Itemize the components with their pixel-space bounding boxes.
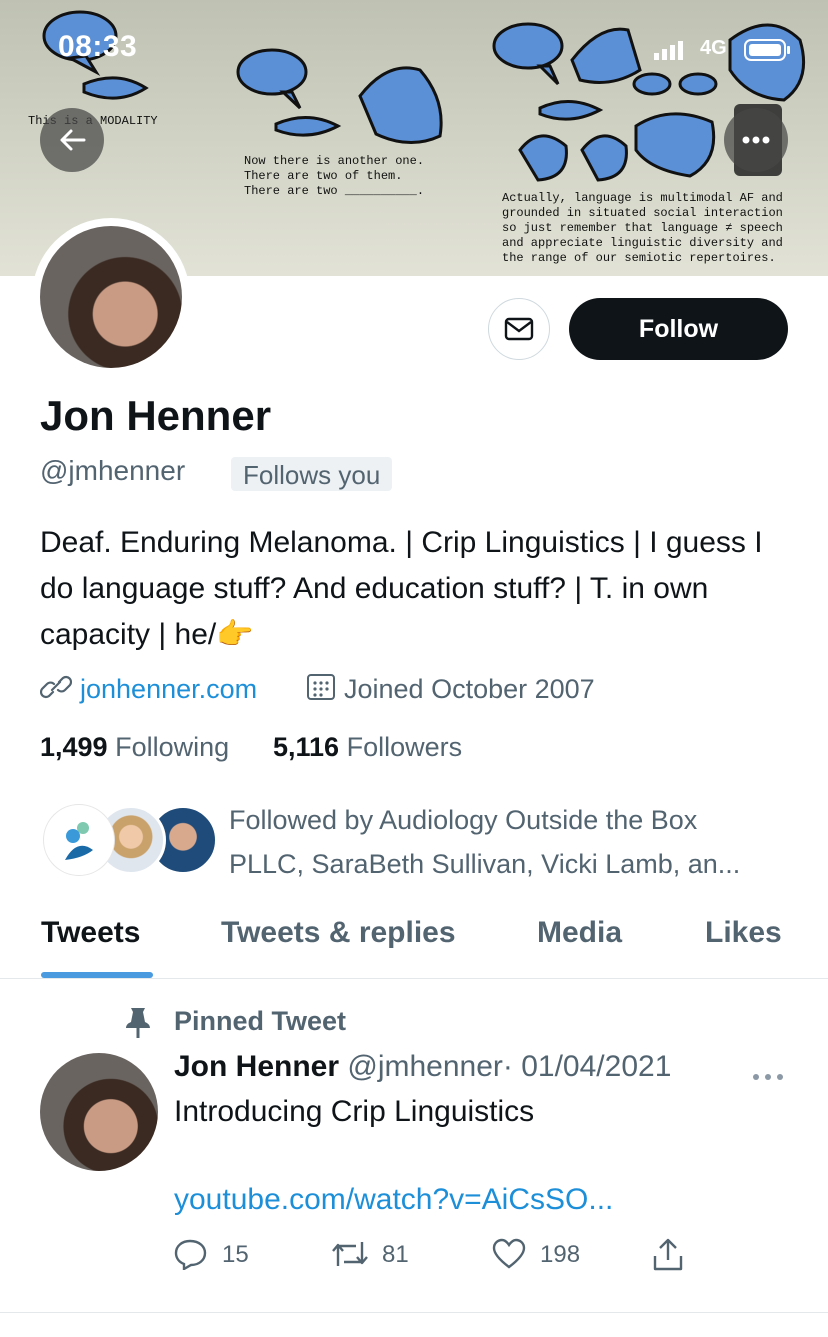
profile-name: Jon Henner [40, 392, 272, 439]
profile-website[interactable]: jonhenner.com [39, 672, 257, 709]
reply-icon [174, 1238, 208, 1277]
banner-caption-2: Now there is another one. There are two … [244, 154, 425, 198]
profile-joined: Joined October 2007 [306, 672, 595, 709]
status-time: 08:33 [58, 30, 138, 63]
followed-by-text[interactable]: Followed by Audiology Outside the Box PL… [229, 798, 740, 886]
pinned-label: Pinned Tweet [174, 1006, 347, 1036]
tab-likes[interactable]: Likes [705, 916, 782, 950]
avatar-photo [40, 226, 182, 368]
tweet-date[interactable]: · 01/04/2021 [503, 1050, 671, 1083]
profile-avatar[interactable] [32, 218, 190, 376]
tweet-avatar[interactable] [40, 1053, 158, 1171]
like-icon [492, 1238, 526, 1277]
followers-count[interactable]: 5,116 Followers [273, 732, 462, 763]
tweet-divider [0, 1312, 828, 1313]
more-button[interactable] [724, 108, 788, 172]
tweet-avatar-photo [40, 1053, 158, 1171]
share-action[interactable] [652, 1238, 684, 1279]
follower-avatar-1 [44, 805, 114, 875]
tab-media[interactable]: Media [537, 916, 622, 950]
battery-icon [744, 38, 792, 67]
link-icon [39, 672, 73, 709]
tweet-more-button[interactable] [752, 1068, 786, 1086]
retweet-action[interactable]: 81 [330, 1238, 409, 1277]
retweet-icon [330, 1238, 370, 1277]
share-icon [653, 1238, 683, 1271]
tweet-more-icon [753, 1074, 783, 1080]
tab-tweets-replies[interactable]: Tweets & replies [221, 916, 456, 950]
back-button[interactable] [40, 108, 104, 172]
profile-bio: Deaf. Enduring Melanoma. | Crip Linguist… [40, 526, 763, 651]
follows-you-badge: Follows you [231, 457, 393, 491]
followed-by-avatars[interactable] [44, 805, 218, 877]
signal-icon [654, 40, 688, 65]
website-link[interactable]: jonhenner.com [80, 674, 257, 704]
like-action[interactable]: 198 [492, 1238, 580, 1277]
active-tab-indicator [41, 972, 153, 978]
banner-caption-3: Actually, language is multimodal AF and … [502, 191, 783, 265]
profile-tabs: Tweets Tweets & replies Media Likes [0, 900, 828, 979]
mail-icon [504, 317, 534, 341]
calendar-icon [306, 672, 336, 709]
network-type: 4G [700, 37, 727, 59]
profile-handle: @jmhenner [40, 455, 186, 486]
more-icon [742, 136, 770, 144]
tweet-link[interactable]: youtube.com/watch?v=AiCsSO... [174, 1183, 613, 1217]
following-count[interactable]: 1,499 Following [40, 732, 229, 763]
tab-tweets[interactable]: Tweets [41, 916, 140, 950]
tweet-header: Jon Henner @jmhenner· 01/04/2021 [174, 1050, 671, 1084]
message-button[interactable] [488, 298, 550, 360]
tweet-text: Introducing Crip Linguistics [174, 1095, 535, 1128]
tweet-author-name[interactable]: Jon Henner [174, 1050, 339, 1083]
pin-icon [122, 1006, 154, 1045]
back-arrow-icon [60, 129, 86, 151]
follow-button[interactable]: Follow [569, 298, 788, 360]
reply-action[interactable]: 15 [174, 1238, 249, 1277]
tweet-author-handle[interactable]: @jmhenner [347, 1050, 503, 1083]
